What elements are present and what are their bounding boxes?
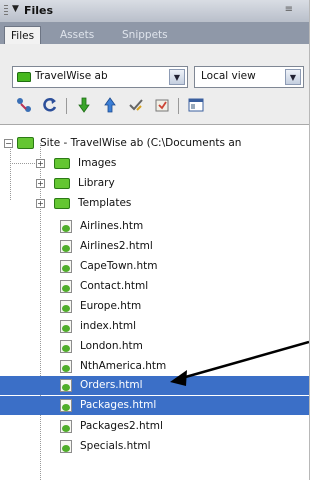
arrow-head-icon [170, 370, 187, 386]
files-panel: ▼ Files ≡ Files Assets Snippets TravelWi… [0, 0, 310, 480]
annotation-arrow [170, 340, 309, 386]
